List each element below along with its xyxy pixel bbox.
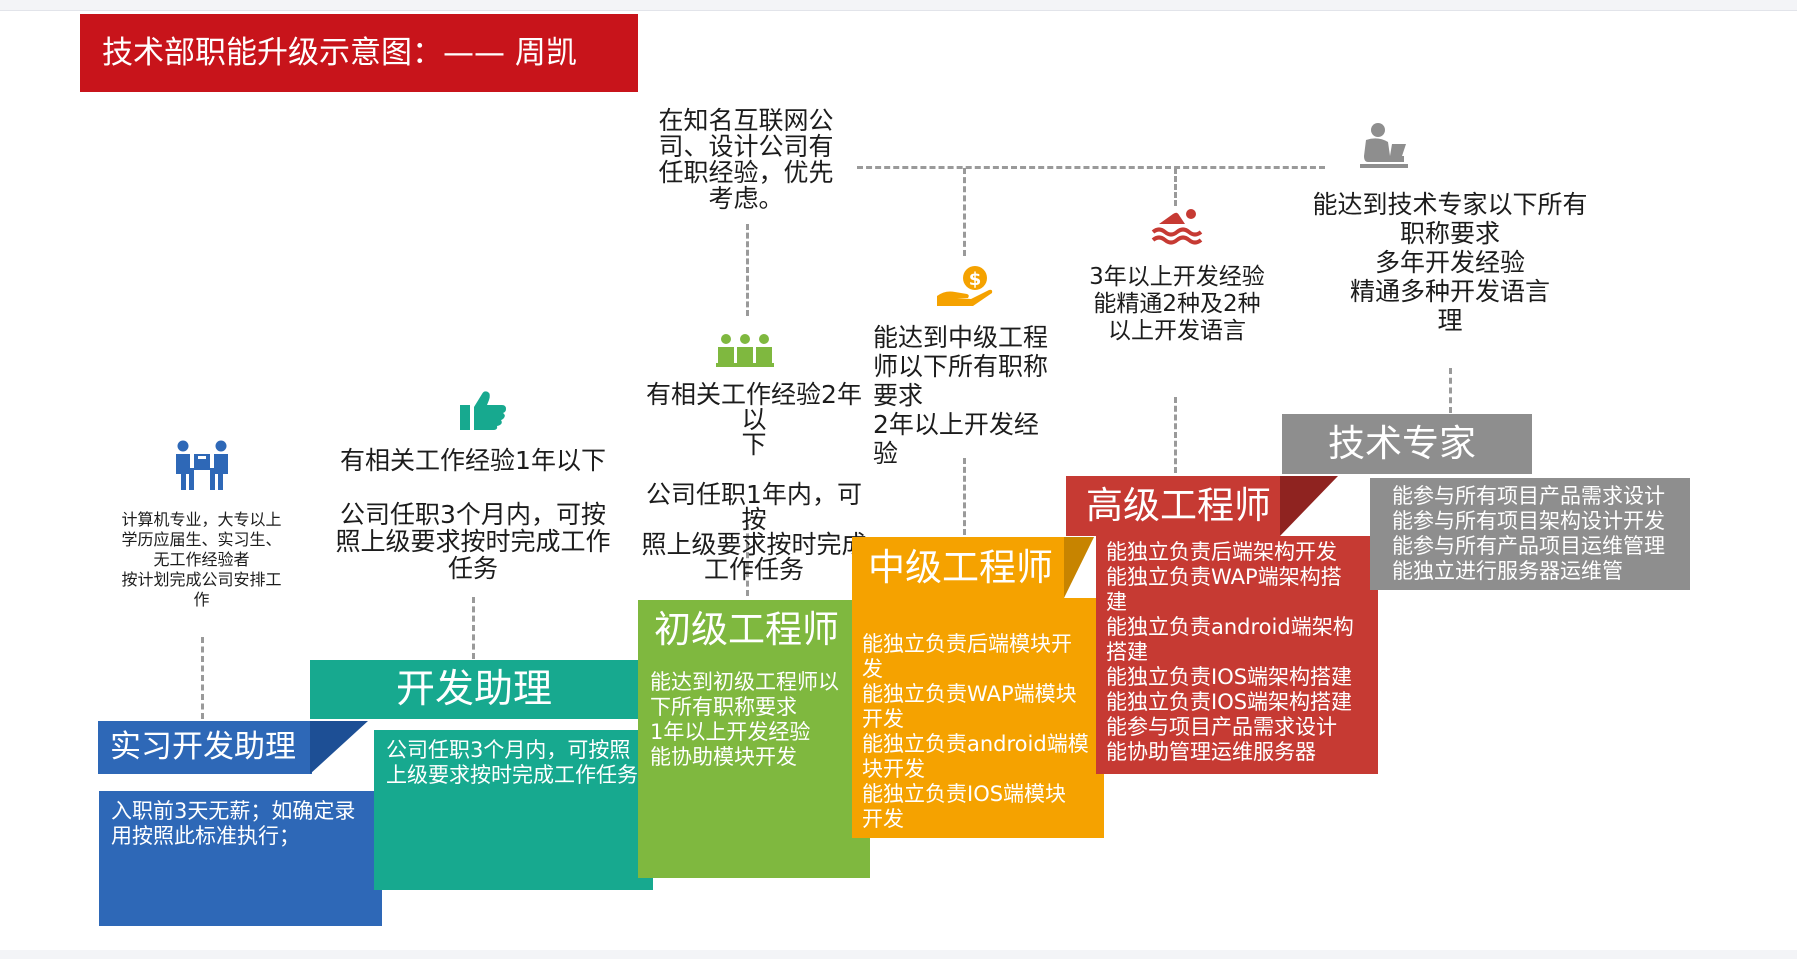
senior-requirements: 3年以上开发经验 能精通2种及2种 以上开发语言 <box>1089 264 1265 344</box>
connector-expert <box>1449 368 1452 413</box>
thumbs-up-icon <box>460 391 506 430</box>
swimmer-icon <box>1151 209 1203 245</box>
middle-header: 中级工程师 <box>852 537 1064 598</box>
senior-duties: 能独立负责后端架构开发 能独立负责WAP端架构搭 建 能独立负责android端… <box>1096 536 1378 774</box>
connector-senior <box>1174 397 1177 473</box>
connector-senior-top <box>1174 168 1177 206</box>
intern-requirements: 计算机专业，大专以上 学历应届生、实习生、 无工作经验者 按计划完成公司安排工 … <box>121 510 282 609</box>
expert-header: 技术专家 <box>1282 414 1532 474</box>
senior-header: 高级工程师 <box>1066 476 1280 536</box>
junior-header: 初级工程师 <box>638 600 870 660</box>
connector-assistant <box>472 597 475 659</box>
priority-note: 在知名互联网公 司、设计公司有 任职经验，优先 考虑。 <box>658 106 834 213</box>
team-group-icon <box>716 334 774 367</box>
window-top-strip <box>0 0 1797 11</box>
intern-header: 实习开发助理 <box>98 721 312 774</box>
assistant-requirements: 有相关工作经验1年以下 公司任职3个月内，可按 照上级要求按时完成工作 任务 <box>335 446 611 583</box>
intern-fold <box>310 721 368 774</box>
connector-middle <box>963 458 966 535</box>
middle-requirements: 能达到中级工程 师以下所有职称 要求 2年以上开发经 验 <box>873 323 1049 468</box>
expert-requirements: 能达到技术专家以下所有 职称要求 多年开发经验 精通多种开发语言 理 <box>1312 190 1588 335</box>
middle-duties: 能独立负责后端模块开 发 能独立负责WAP端模块 开发 能独立负责android… <box>852 598 1104 838</box>
assistant-duties: 公司任职3个月内，可按照 上级要求按时完成工作任务 <box>374 730 653 890</box>
connector-middle-top <box>963 168 966 256</box>
expert-duties: 能参与所有项目产品需求设计 能参与所有项目架构设计开发 能参与所有产品项目运维管… <box>1370 478 1690 590</box>
senior-fold <box>1280 476 1338 536</box>
page-title: 技术部职能升级示意图：—— 周凯 <box>80 14 638 92</box>
svg-text:$: $ <box>969 269 982 290</box>
assistant-header: 开发助理 <box>310 660 638 719</box>
hand-dollar-icon: $ <box>937 266 993 306</box>
window-bottom-strip <box>0 950 1797 959</box>
connector-intern <box>201 637 204 719</box>
intern-duties: 入职前3天无薪；如确定录 用按照此标准执行； <box>99 791 382 926</box>
connector-note <box>746 224 749 316</box>
people-carry-box-icon <box>176 440 228 490</box>
middle-fold <box>1064 537 1094 598</box>
person-laptop-icon <box>1360 123 1408 168</box>
junior-duties: 能达到初级工程师以 下所有职称要求 1年以上开发经验 能协助模块开发 <box>638 660 870 878</box>
junior-requirements: 有相关工作经验2年以 下 公司任职1年内，可按 照上级要求按时完成 工作任务 <box>641 380 867 584</box>
connector-top-line <box>857 166 1325 169</box>
